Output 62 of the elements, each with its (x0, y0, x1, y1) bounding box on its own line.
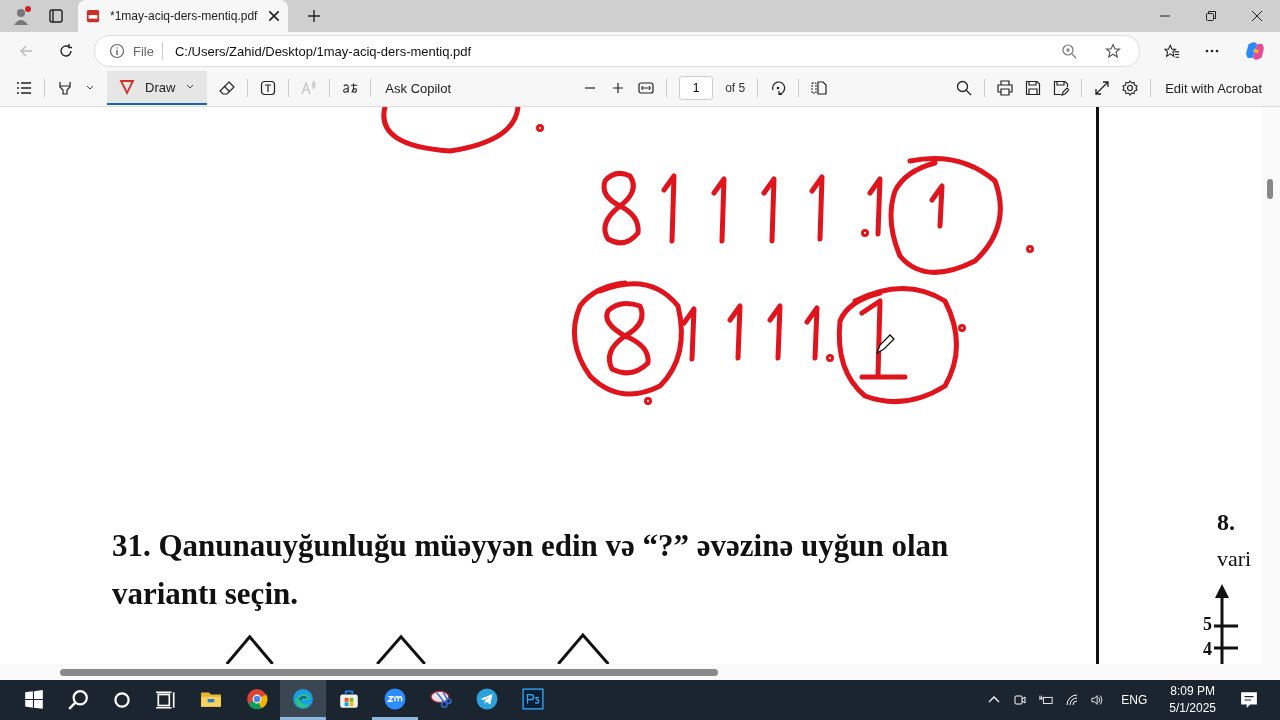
pdf-icon (86, 9, 100, 23)
clock[interactable]: 8:09 PM 5/1/2025 (1169, 683, 1216, 717)
url-text: C:/Users/Zahid/Desktop/1may-aciq-ders-mentiq.pdf (174, 43, 472, 59)
horizontal-scrollbar[interactable] (0, 664, 1280, 680)
rotate-icon[interactable] (770, 80, 787, 96)
pen-icon (119, 79, 135, 95)
star-icon[interactable] (1105, 43, 1121, 59)
camera-icon[interactable] (1013, 693, 1028, 707)
fit-width-icon[interactable] (638, 80, 655, 96)
browser-icon (292, 687, 314, 710)
contents-icon[interactable] (16, 80, 32, 96)
tab-actions-icon[interactable] (48, 8, 64, 24)
zoom-icon[interactable] (1061, 43, 1077, 59)
address-field[interactable]: File C:/Users/Zahid/Desktop/1may-aciq-ders-mentiq.pdf (94, 35, 1140, 67)
close-window-icon[interactable] (1251, 10, 1263, 22)
language-indicator[interactable]: ENG (1121, 693, 1148, 707)
question-number: 8. (1217, 509, 1235, 536)
photoshop-icon (522, 687, 544, 710)
info-icon (109, 43, 125, 59)
windows-start-icon[interactable] (23, 689, 45, 711)
store-bag-icon (338, 687, 360, 710)
eraser-icon[interactable] (219, 80, 236, 96)
ask-copilot-button[interactable]: Ask Copilot (383, 80, 454, 96)
vertical-scrollbar[interactable] (1262, 107, 1280, 664)
edit-with-acrobat-button[interactable]: Edit with Acrobat (1163, 80, 1264, 96)
new-tab-icon[interactable] (306, 8, 322, 24)
tab-title: *1may-aciq-ders-mentiq.pdf (110, 9, 258, 23)
draw-button[interactable]: Draw (107, 71, 208, 105)
search-icon[interactable] (67, 689, 89, 711)
pen-cursor-icon (875, 334, 895, 355)
save-as-icon[interactable] (1053, 80, 1070, 96)
wifi-icon[interactable] (1065, 693, 1080, 707)
cortana-icon[interactable] (111, 689, 133, 711)
copilot-icon[interactable] (1244, 40, 1266, 62)
browser-icon (246, 687, 268, 710)
task-view-icon[interactable] (155, 689, 177, 711)
question-text: 31. Qanunauyğunluğu müəyyən edin və “?” əvəzinə uyğun olan variantı seçin. (112, 528, 949, 611)
settings-icon[interactable] (1122, 80, 1139, 96)
axis-tick-label: 5 (1203, 614, 1212, 635)
scheme-label: File (133, 43, 154, 59)
question-text: vari (1217, 546, 1252, 572)
notifications-icon[interactable] (1240, 691, 1258, 709)
text-box-icon[interactable] (260, 80, 277, 96)
paper-plane-icon (476, 687, 498, 710)
browser-tab[interactable]: *1may-aciq-ders-mentiq.pdf (78, 0, 288, 32)
close-icon[interactable] (267, 9, 282, 23)
highlighter-icon[interactable] (57, 80, 73, 96)
restore-icon[interactable] (1205, 10, 1217, 22)
axis-tick-label: 4 (1203, 639, 1212, 660)
favorites-icon[interactable] (1164, 43, 1180, 59)
page-view-icon[interactable] (811, 80, 828, 96)
profile-icon[interactable] (12, 6, 32, 26)
search-icon[interactable] (956, 80, 973, 96)
edge-taskbar-button[interactable] (280, 680, 326, 720)
fullscreen-icon[interactable] (1094, 80, 1111, 96)
battery-icon[interactable] (1039, 693, 1054, 707)
save-icon[interactable] (1025, 80, 1042, 96)
page-number-field[interactable]: 1 (679, 76, 714, 100)
print-icon[interactable] (997, 80, 1014, 96)
page-count: of 5 (725, 81, 746, 95)
zoom-app-icon (384, 687, 406, 710)
refresh-icon[interactable] (58, 43, 74, 59)
